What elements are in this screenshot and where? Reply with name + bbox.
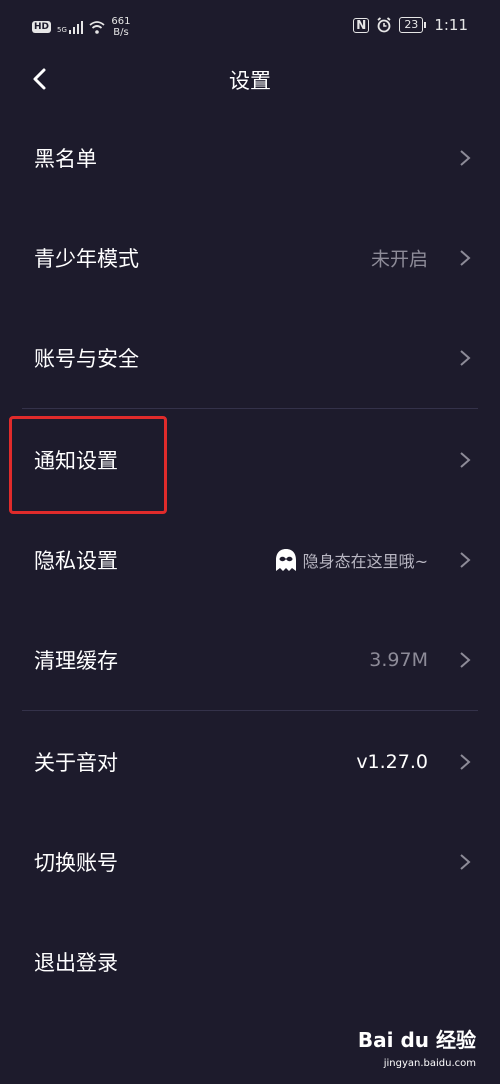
nfc-icon: N	[353, 17, 370, 33]
settings-item-label: 退出登录	[34, 951, 118, 975]
status-bar-right: N 23 1:11	[353, 16, 468, 34]
signal-bars-icon	[68, 20, 84, 34]
chevron-right-icon	[460, 150, 471, 166]
settings-item-switch-account[interactable]: 切换账号	[0, 812, 500, 912]
section-divider	[22, 408, 478, 409]
app-version: v1.27.0	[356, 751, 428, 773]
highlight-annotation-box	[9, 416, 167, 514]
privacy-hint: 隐身态在这里哦~	[273, 547, 428, 573]
network-speed: 661 B/s	[111, 16, 130, 38]
settings-item-label: 账号与安全	[34, 347, 139, 371]
ghost-icon	[275, 549, 296, 571]
chevron-right-icon	[460, 350, 471, 366]
chevron-right-icon	[460, 754, 471, 770]
network-speed-unit: B/s	[113, 27, 129, 38]
settings-item-label: 关于音对	[34, 751, 118, 775]
status-time: 1:11	[434, 16, 468, 34]
settings-item-label: 清理缓存	[34, 649, 118, 673]
status-bar-left: HD 5G 661 B/s	[32, 16, 131, 38]
privacy-hint-text: 隐身态在这里哦~	[302, 552, 428, 571]
watermark-url: jingyan.baidu.com	[383, 1058, 476, 1069]
hd-badge: HD	[32, 21, 52, 33]
settings-item-teen-mode[interactable]: 青少年模式 未开启	[0, 208, 500, 308]
wifi-icon	[89, 20, 105, 34]
network-speed-value: 661	[111, 16, 131, 27]
teen-mode-status: 未开启	[370, 248, 428, 271]
header: 设置	[0, 56, 500, 102]
section-divider	[22, 710, 478, 711]
battery-icon: 23	[399, 17, 427, 33]
watermark-brand: Bai du 经验	[357, 1028, 476, 1052]
cellular-signal-icon: 5G	[57, 20, 84, 34]
settings-item-account-security[interactable]: 账号与安全	[0, 308, 500, 408]
settings-item-blacklist[interactable]: 黑名单	[0, 108, 500, 208]
chevron-right-icon	[460, 552, 471, 568]
settings-item-label: 切换账号	[34, 851, 118, 875]
cache-size: 3.97M	[369, 649, 428, 671]
status-bar: HD 5G 661 B/s N 23 1:11	[0, 0, 500, 56]
chevron-right-icon	[460, 854, 471, 870]
settings-item-label: 青少年模式	[34, 247, 139, 271]
settings-item-label: 隐私设置	[34, 549, 118, 573]
settings-item-logout[interactable]: 退出登录	[0, 912, 500, 1012]
settings-item-about[interactable]: 关于音对 v1.27.0	[0, 712, 500, 812]
alarm-icon	[377, 17, 391, 33]
settings-item-privacy[interactable]: 隐私设置 隐身态在这里哦~	[0, 510, 500, 610]
settings-item-label: 黑名单	[34, 147, 97, 171]
chevron-right-icon	[460, 452, 471, 468]
chevron-right-icon	[460, 250, 471, 266]
baidu-jingyan-watermark: Bai du 经验 jingyan.baidu.com	[356, 1028, 476, 1076]
network-type-label: 5G	[57, 26, 67, 34]
chevron-right-icon	[460, 652, 471, 668]
page-title: 设置	[229, 69, 271, 93]
settings-item-clear-cache[interactable]: 清理缓存 3.97M	[0, 610, 500, 710]
